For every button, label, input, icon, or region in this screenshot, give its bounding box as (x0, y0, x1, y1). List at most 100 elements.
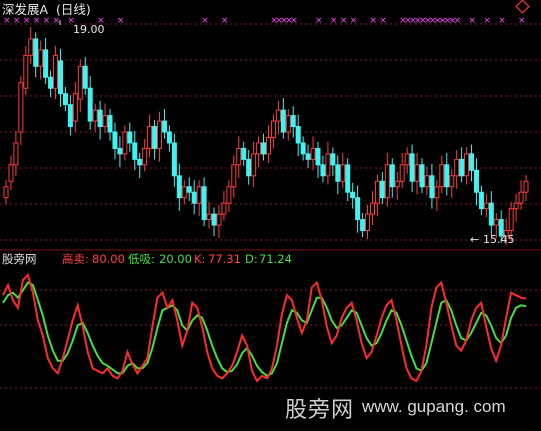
candle-body (310, 147, 316, 160)
candle-body (270, 120, 276, 138)
signal-marker: × (483, 16, 491, 26)
candle-body (13, 142, 19, 166)
high-price-label: 19.00 (73, 23, 105, 36)
chart-window: 深发展A (日线) × × × × × × × × × × × × × × × × × × × × × × × × × × × × × ×… (0, 0, 541, 427)
candle-body (67, 104, 73, 128)
buy-level-value: 20.00 (159, 252, 192, 266)
candle-body (518, 191, 524, 204)
candle-body (152, 126, 158, 149)
candle-body (365, 213, 371, 232)
candle-body (374, 180, 380, 204)
signal-marker: × (33, 16, 41, 26)
signal-marker: × (43, 16, 51, 26)
candle-body (132, 142, 138, 160)
candle-body (483, 202, 489, 210)
signal-marker: × (290, 16, 298, 26)
signal-marker: × (201, 16, 209, 26)
candle-body (345, 164, 351, 193)
candle-body (290, 115, 296, 128)
chart-canvas[interactable]: 深发展A (日线) × × × × × × × × × × × ××××× × × × × × × ××××××××… (0, 0, 541, 427)
period-label: (日线) (56, 2, 91, 17)
candle-body (57, 60, 63, 95)
candle-body (102, 115, 108, 128)
sell-level-value: 80.00 (92, 252, 125, 266)
candle-body (142, 147, 148, 166)
candle-body (404, 153, 410, 166)
sell-level-label: 高卖: (62, 252, 89, 266)
indicator-name: 股旁网 (2, 252, 37, 266)
candle-body (92, 109, 98, 122)
candle-body (107, 115, 113, 133)
signal-marker: × (498, 16, 506, 26)
candle-body (251, 153, 257, 177)
candle-body (429, 175, 435, 199)
candle-body (181, 186, 187, 199)
signal-marker: × (13, 16, 21, 26)
signal-marker: × (221, 16, 229, 26)
candle-body (97, 109, 103, 128)
candle-body (449, 175, 455, 188)
candle-body (285, 115, 291, 133)
candle-body (206, 213, 212, 221)
signal-marker: × (469, 16, 477, 26)
signal-marker: × (350, 16, 358, 26)
d-label: D: (245, 252, 258, 266)
candle-body (305, 153, 311, 160)
signal-marker: × (315, 16, 323, 26)
candle-body (389, 164, 395, 188)
candle-body (43, 49, 49, 78)
signal-marker: × (379, 16, 387, 26)
stock-title: 深发展A (2, 2, 49, 17)
candle-body (8, 164, 14, 182)
signal-marker: × (23, 16, 31, 26)
candle-body (28, 38, 34, 56)
candle-body (424, 175, 430, 188)
candle-body (459, 158, 465, 177)
candle-body (221, 202, 227, 215)
signal-marker: × (330, 16, 338, 26)
candle-body (53, 54, 59, 89)
candle-body (256, 142, 262, 155)
candle-body (473, 169, 479, 193)
candle-body (196, 186, 202, 204)
candle-body (478, 191, 484, 210)
candle-body (444, 164, 450, 188)
candle-body (171, 142, 177, 177)
candle-body (246, 158, 252, 177)
candle-body (295, 126, 301, 144)
candle-body (454, 158, 460, 177)
candle-body (122, 131, 128, 155)
candle-body (350, 191, 356, 199)
candle-body (355, 197, 361, 221)
candle-body (231, 164, 237, 188)
signal-marker: × (454, 16, 462, 26)
candle-body (211, 213, 217, 226)
candle-body (191, 191, 197, 204)
candle-body (23, 54, 29, 89)
candle-body (493, 219, 499, 226)
candle-body (33, 38, 39, 67)
candle-body (72, 93, 78, 122)
candle-body (315, 147, 321, 166)
candle-body (241, 147, 247, 160)
candle-body (265, 136, 271, 155)
candle-body (409, 153, 415, 182)
low-price-label: 15.45 (483, 233, 515, 246)
candle-body (87, 87, 93, 122)
signal-marker: × (518, 16, 526, 26)
candle-body (335, 164, 341, 182)
candle-body (464, 153, 470, 177)
candle-body (137, 158, 143, 166)
candle-body (369, 202, 375, 215)
watermark-url: www. gupang. com (362, 397, 506, 416)
signal-marker: × (117, 16, 125, 26)
candle-body (384, 164, 390, 199)
candle-body (82, 65, 88, 89)
candle-body (275, 109, 281, 122)
candle-body (3, 186, 9, 199)
candle-body (77, 65, 83, 100)
signal-marker: × (3, 16, 11, 26)
candle-body (226, 186, 232, 204)
candle-body (419, 164, 425, 188)
buy-level-label: 低吸: (128, 252, 155, 266)
